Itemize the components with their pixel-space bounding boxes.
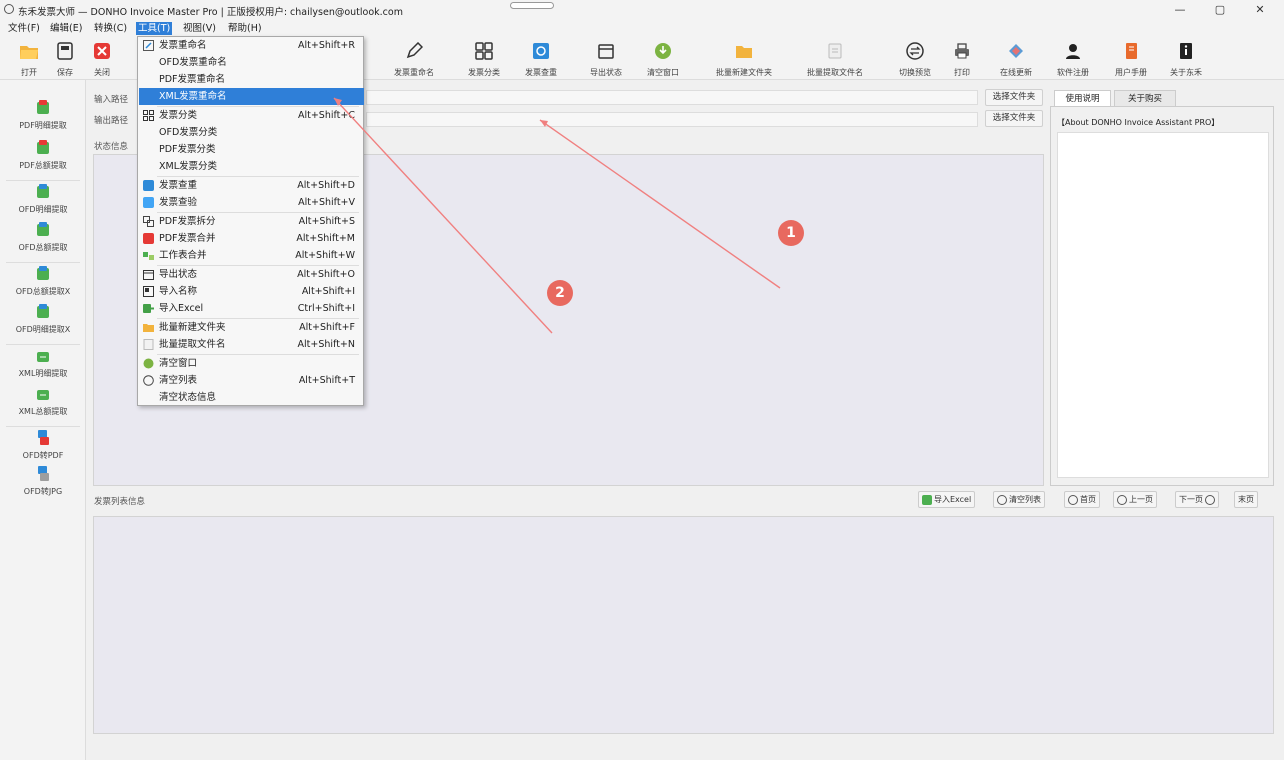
annotation-arrowhead-1 (540, 120, 548, 127)
annotation-arrow-1 (539, 119, 781, 289)
annotation-arrow-2 (333, 97, 553, 334)
app-window: 东禾发票大师 — DONHO Invoice Master Pro | 正版授权… (0, 0, 1284, 760)
annotation-badge-1: 1 (778, 220, 804, 246)
annotation-arrows (333, 97, 781, 334)
annotation-badge-2: 2 (547, 280, 573, 306)
